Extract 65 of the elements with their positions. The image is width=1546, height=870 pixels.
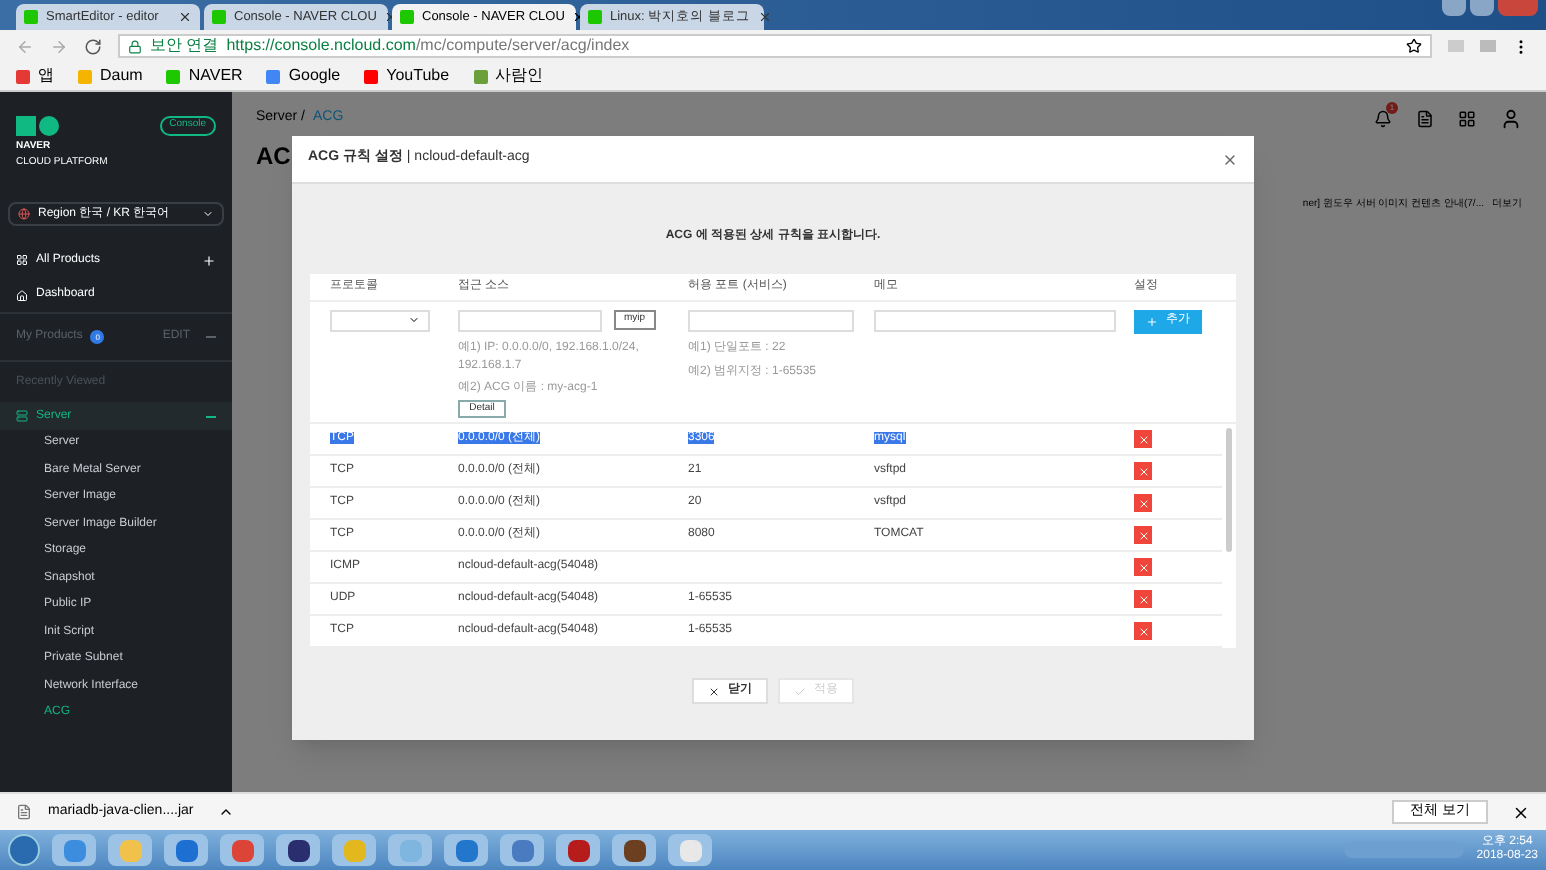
- plus-icon: [202, 253, 216, 267]
- home-icon: [16, 289, 28, 301]
- taskbar-app-icon[interactable]: [556, 834, 600, 866]
- caret-icon: [408, 314, 420, 327]
- delete-button[interactable]: [1134, 494, 1152, 512]
- delete-button[interactable]: [1134, 526, 1152, 544]
- maximize-button[interactable]: [1470, 0, 1494, 16]
- memo-input[interactable]: [874, 309, 1116, 332]
- bookmark-link[interactable]: Google: [266, 64, 341, 88]
- user-icon[interactable]: [1500, 108, 1522, 130]
- port-input[interactable]: [688, 309, 854, 332]
- check-icon: [794, 685, 806, 697]
- reload-icon[interactable]: [84, 37, 102, 55]
- bookmark-link[interactable]: NAVER: [166, 64, 243, 88]
- security-label: 보안 연결: [150, 34, 219, 58]
- delete-button[interactable]: [1134, 590, 1152, 608]
- source-input[interactable]: [458, 309, 602, 332]
- minimize-button[interactable]: [1442, 0, 1466, 16]
- tab-favicon-icon: [588, 10, 602, 24]
- file-icon: [16, 804, 32, 820]
- close-icon: [178, 10, 192, 24]
- close-icon: [1137, 625, 1149, 637]
- scrollbar: [1226, 428, 1232, 552]
- plus-icon: [1146, 315, 1158, 328]
- caret-icon: [202, 208, 214, 220]
- url: https://console.ncloud.com/mc/compute/server/acg/index: [226, 34, 630, 58]
- close-icon[interactable]: [1512, 803, 1530, 821]
- grid-icon[interactable]: [1458, 110, 1476, 128]
- globe-icon: [18, 208, 30, 220]
- bookmark-star-icon[interactable]: [1406, 38, 1422, 54]
- delete-button[interactable]: [1134, 430, 1152, 448]
- page-title: AC: [256, 140, 291, 174]
- logo-icon: [16, 116, 60, 136]
- close-icon: [757, 10, 772, 24]
- back-icon[interactable]: [16, 37, 34, 55]
- tab-favicon-icon: [212, 10, 226, 24]
- delete-button[interactable]: [1134, 462, 1152, 480]
- close-icon: [708, 685, 720, 697]
- tray-icons: [1344, 842, 1465, 858]
- delete-button[interactable]: [1134, 622, 1152, 640]
- document-icon[interactable]: [1416, 110, 1434, 128]
- close-icon: [1137, 561, 1149, 573]
- close-icon: [1137, 433, 1149, 445]
- taskbar-app-icon[interactable]: [612, 834, 656, 866]
- server-icon: [16, 410, 28, 422]
- bookmark-link[interactable]: 사람인: [473, 64, 544, 88]
- close-icon: [1137, 593, 1149, 605]
- notification-icon[interactable]: [1374, 110, 1392, 128]
- delete-button[interactable]: [1134, 558, 1152, 576]
- close-icon: [1137, 465, 1149, 477]
- bookmark-link[interactable]: 앱: [16, 64, 54, 88]
- taskbar-app-icon[interactable]: [276, 834, 320, 866]
- close-icon: [1137, 497, 1149, 509]
- lock-icon: [128, 39, 142, 53]
- start-button[interactable]: [8, 834, 40, 866]
- caret-icon[interactable]: [217, 804, 234, 820]
- forward-icon[interactable]: [50, 37, 68, 55]
- address-bar[interactable]: 보안 연결 https://console.ncloud.com/mc/compute/server/acg/index: [118, 34, 1432, 58]
- bookmark-link[interactable]: YouTube: [364, 64, 450, 88]
- tab-favicon-icon: [400, 10, 414, 24]
- grid-icon: [16, 254, 28, 266]
- tab-favicon-icon: [24, 10, 38, 24]
- close-icon: [1137, 529, 1149, 541]
- close-button[interactable]: [1498, 0, 1538, 16]
- bookmark-link[interactable]: Daum: [78, 64, 143, 88]
